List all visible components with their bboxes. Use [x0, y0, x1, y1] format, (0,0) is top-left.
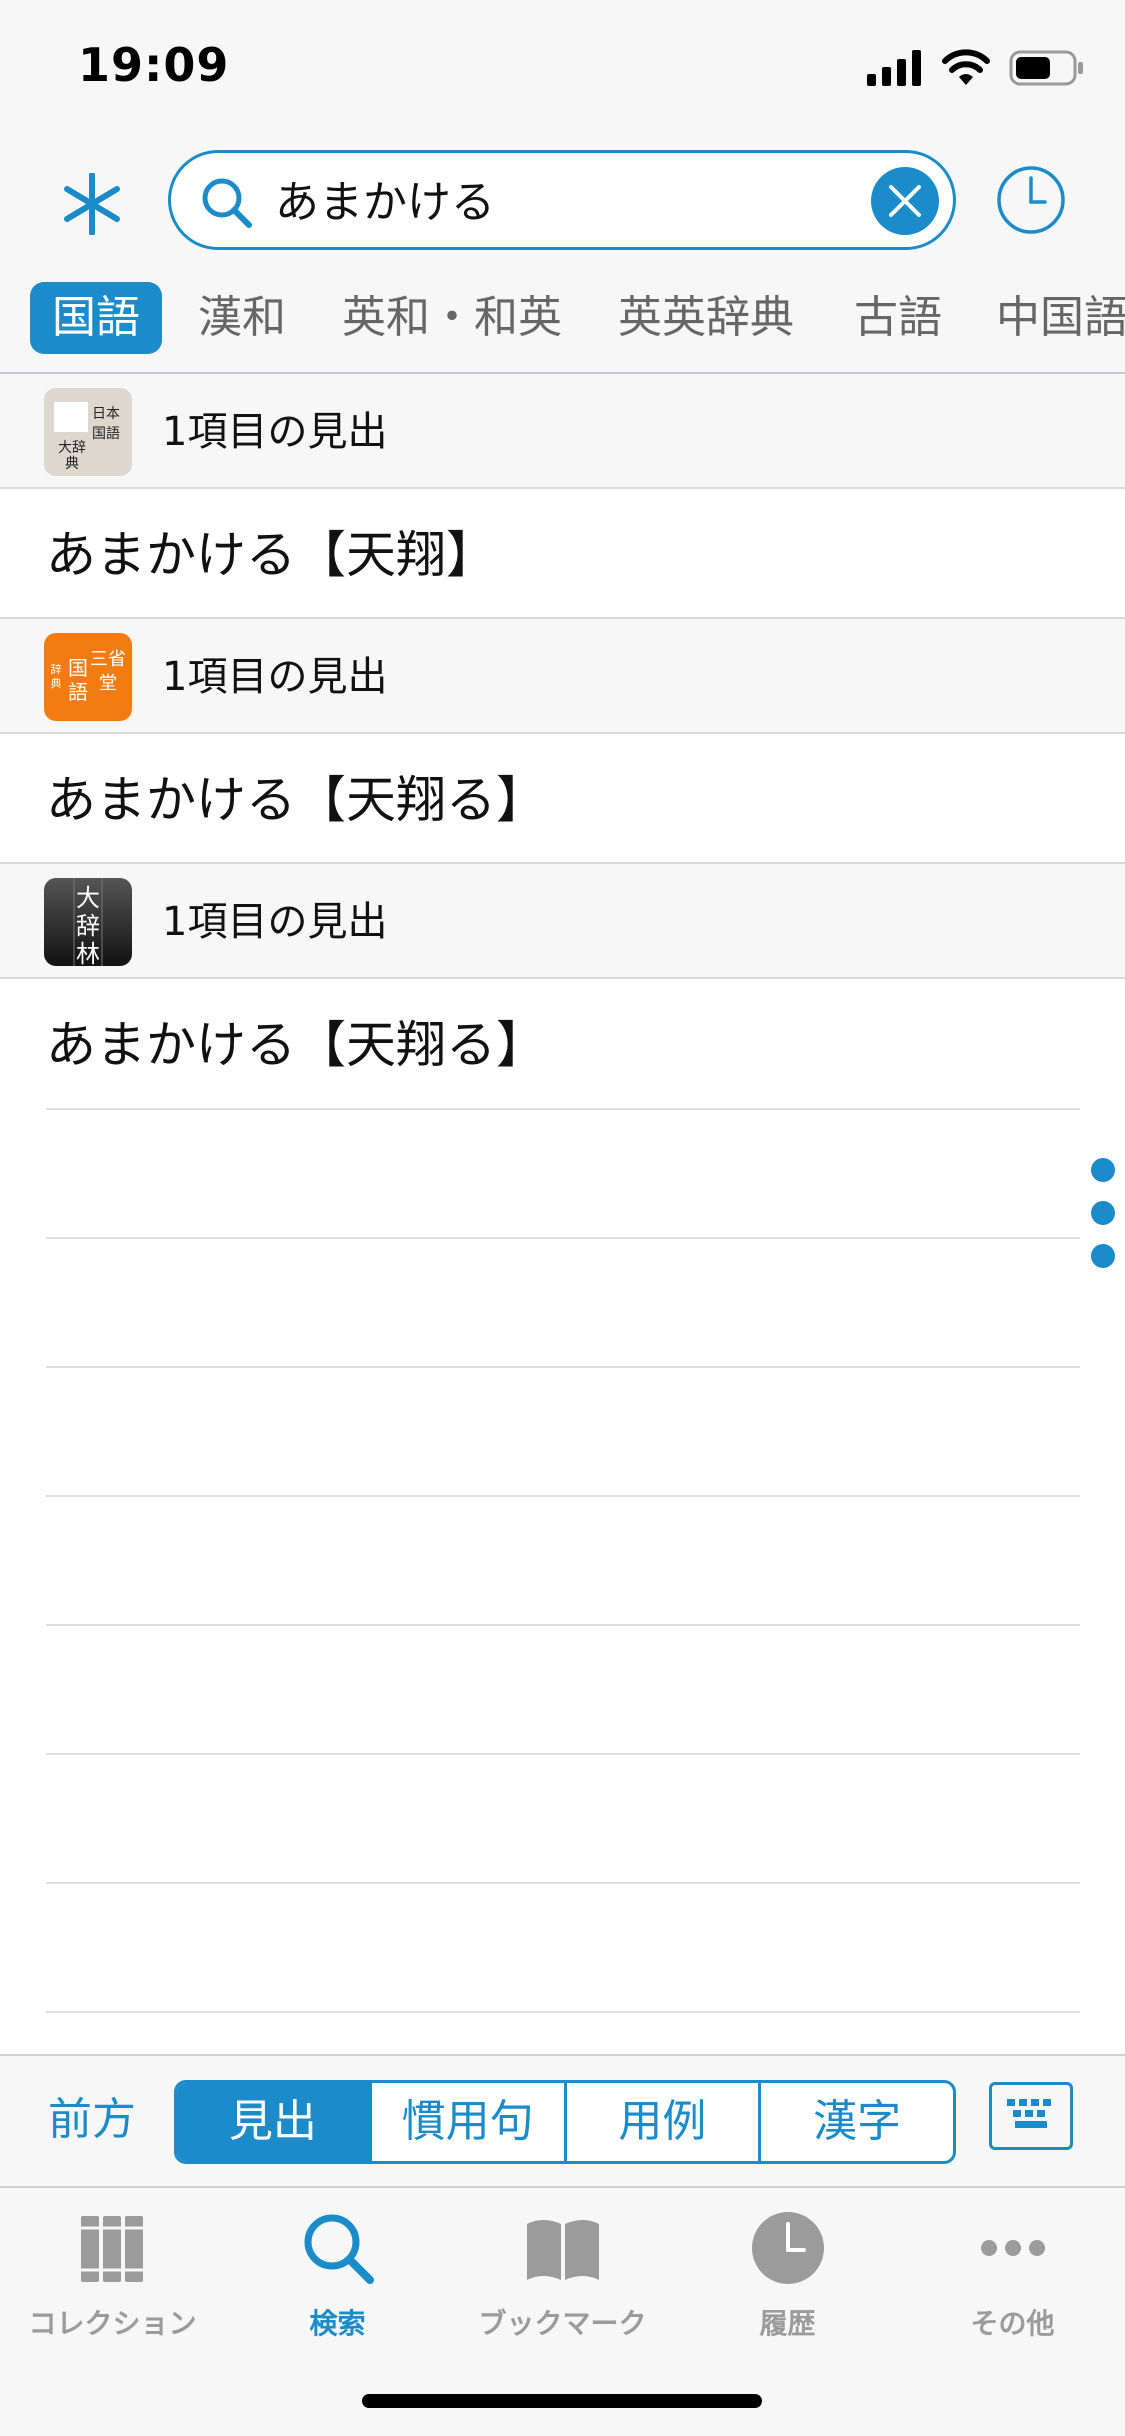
category-tab-kanwa[interactable]: 漢和	[198, 282, 286, 354]
svg-text:三省: 三省	[90, 649, 126, 670]
tab-history[interactable]: 履歴	[675, 2208, 900, 2348]
entry-headword: あまかける【天翔る】	[46, 771, 546, 829]
row-separator	[46, 1237, 1080, 1239]
row-separator	[46, 1882, 1080, 1884]
keyboard-button[interactable]	[989, 2082, 1073, 2150]
sanseido-kokugo-icon: 三省 堂 国 語 辞 典	[44, 633, 132, 721]
tab-label: 検索	[309, 2307, 366, 2340]
status-bar: 19:09	[0, 0, 1125, 132]
svg-text:大: 大	[76, 884, 100, 912]
category-tab-eiei[interactable]: 英英辞典	[618, 282, 794, 354]
section-count: 1項目の見出	[162, 654, 388, 700]
asterisk-icon	[64, 173, 120, 235]
wifi-icon	[942, 49, 990, 85]
search-mode-segmented-control: 見出 慣用句 用例 漢字	[174, 2080, 956, 2164]
row-separator	[46, 1624, 1080, 1626]
segment-yourei[interactable]: 用例	[563, 2083, 759, 2161]
row-separator	[46, 1108, 1080, 1110]
tab-bookmark[interactable]: ブックマーク	[450, 2208, 675, 2348]
entry-headword: あまかける【天翔】	[46, 526, 496, 584]
close-icon	[889, 185, 921, 217]
category-tab-chinese[interactable]: 中国語	[996, 282, 1125, 354]
tab-search[interactable]: 検索	[225, 2208, 450, 2348]
entry-row[interactable]: あまかける【天翔る】	[0, 979, 1125, 1109]
asterisk-button[interactable]	[52, 164, 132, 244]
category-tabs: 国語 漢和 英和・和英 英英辞典 古語 中国語	[0, 282, 1125, 374]
keyboard-icon	[1007, 2099, 1051, 2128]
row-separator	[46, 1495, 1080, 1497]
dictionary-section-header[interactable]: 日本 国語 大辞 典 1項目の見出	[0, 374, 1125, 489]
entry-headword: あまかける【天翔る】	[46, 1016, 546, 1074]
tab-bar: コレクション 検索 ブックマーク 履歴 その他	[0, 2188, 1125, 2436]
segment-kanyouku[interactable]: 慣用句	[368, 2083, 564, 2161]
entry-row[interactable]: あまかける【天翔】	[0, 489, 1125, 619]
clear-search-button[interactable]	[871, 167, 939, 235]
side-menu-dots[interactable]	[1091, 1158, 1115, 1287]
svg-text:辞: 辞	[76, 912, 100, 940]
svg-text:堂: 堂	[99, 673, 117, 694]
books-icon	[80, 2216, 143, 2282]
dot-icon	[1091, 1201, 1115, 1225]
svg-text:日本: 日本	[92, 406, 120, 422]
svg-text:大辞: 大辞	[58, 440, 86, 456]
dot-icon	[1091, 1244, 1115, 1268]
tab-more[interactable]: その他	[900, 2208, 1125, 2348]
dot-icon	[1091, 1158, 1115, 1182]
search-results: 日本 国語 大辞 典 1項目の見出 あまかける【天翔】 三省 堂 国 語 辞 典…	[0, 374, 1125, 1109]
svg-text:典: 典	[51, 676, 62, 690]
bookmark-book-icon	[526, 2220, 599, 2280]
svg-text:国語: 国語	[92, 426, 120, 442]
forward-match-button[interactable]: 前方	[48, 2088, 136, 2152]
signal-icon	[867, 50, 921, 86]
svg-text:典: 典	[65, 456, 79, 472]
status-time: 19:09	[78, 38, 230, 92]
search-input[interactable]: あまかける	[168, 150, 956, 250]
search-mode-bar: 前方 見出 慣用句 用例 漢字	[0, 2054, 1125, 2188]
tab-label: コレクション	[28, 2307, 197, 2340]
category-tab-eiwa-waei[interactable]: 英和・和英	[342, 282, 562, 354]
search-icon	[304, 2214, 374, 2284]
segment-midashi[interactable]: 見出	[177, 2083, 369, 2161]
status-icons	[867, 46, 1085, 90]
segment-kanji[interactable]: 漢字	[758, 2083, 953, 2161]
dictionary-section-header[interactable]: 大 辞 林 1項目の見出	[0, 864, 1125, 979]
clock-icon	[751, 2212, 824, 2284]
home-indicator[interactable]	[362, 2394, 762, 2408]
daijirin-icon: 大 辞 林	[44, 878, 132, 966]
category-tab-kogo[interactable]: 古語	[854, 282, 942, 354]
section-count: 1項目の見出	[162, 899, 388, 945]
entry-row[interactable]: あまかける【天翔る】	[0, 734, 1125, 864]
tab-collection[interactable]: コレクション	[0, 2208, 225, 2348]
row-separator	[46, 1366, 1080, 1368]
tab-label: 履歴	[759, 2307, 816, 2340]
svg-text:林: 林	[76, 940, 100, 966]
category-tab-kokugo[interactable]: 国語	[30, 282, 162, 354]
more-icon	[980, 2240, 1045, 2256]
search-icon	[202, 178, 252, 228]
svg-text:辞: 辞	[51, 662, 62, 676]
svg-text:語: 語	[68, 680, 88, 704]
tab-label: ブックマーク	[478, 2307, 647, 2340]
section-count: 1項目の見出	[162, 409, 388, 455]
tab-label: その他	[970, 2307, 1055, 2340]
svg-text:国: 国	[68, 656, 88, 680]
row-separator	[46, 1753, 1080, 1755]
row-separator	[46, 2011, 1080, 2013]
search-query[interactable]: あまかける	[275, 175, 495, 231]
history-clock-button[interactable]	[995, 164, 1067, 236]
battery-icon	[1009, 50, 1083, 86]
nihon-kokugo-daijiten-icon: 日本 国語 大辞 典	[44, 388, 132, 476]
dictionary-section-header[interactable]: 三省 堂 国 語 辞 典 1項目の見出	[0, 619, 1125, 734]
search-area: あまかける	[0, 132, 1125, 282]
